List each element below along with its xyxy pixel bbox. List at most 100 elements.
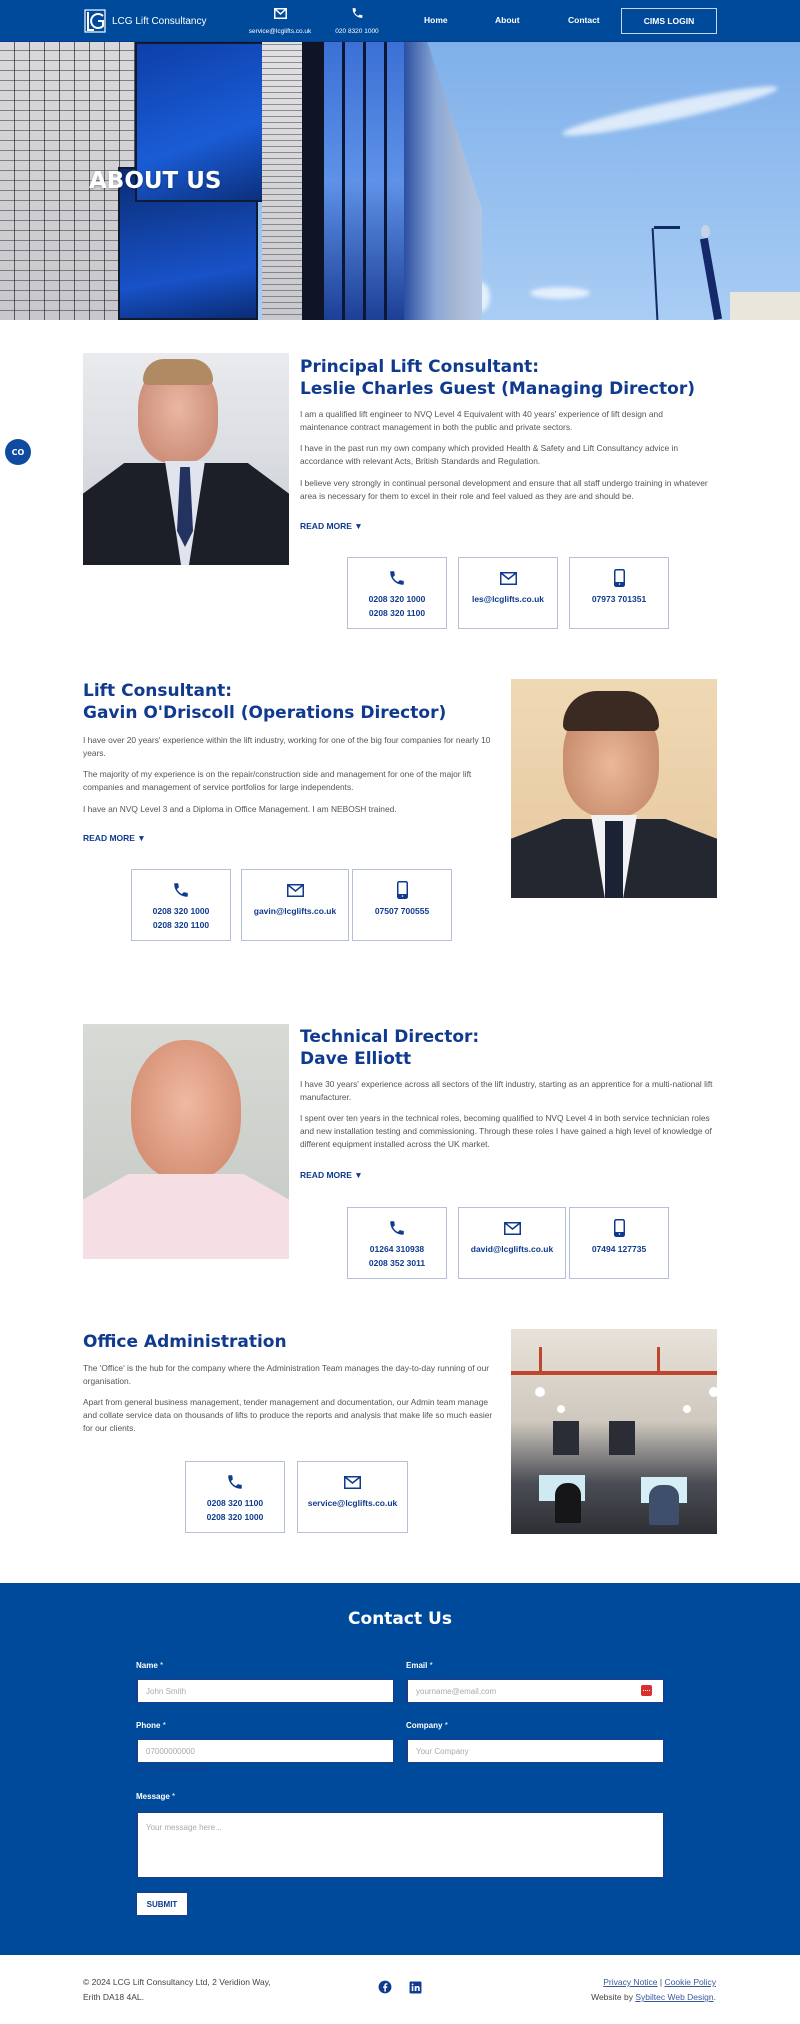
- lcg-logo-icon: [84, 9, 106, 33]
- photo-lightbulb: [557, 1405, 565, 1413]
- mobile-card: 07494 127735: [569, 1207, 669, 1279]
- email-label: Email *: [406, 1661, 433, 1670]
- bio-paragraph: I have in the past run my own company wh…: [300, 443, 679, 466]
- logo-link[interactable]: LCG Lift Consultancy: [84, 9, 207, 33]
- phone-link[interactable]: 01264 310938: [369, 1242, 425, 1256]
- name-input[interactable]: [136, 1679, 394, 1703]
- copyright-line: Erith DA18 4AL.: [83, 1992, 144, 2002]
- mobile-phone-icon: [396, 880, 408, 900]
- mobile-link[interactable]: 07494 127735: [592, 1242, 646, 1256]
- hero-street-lamp: [651, 228, 659, 320]
- phone-link[interactable]: 0208 320 1000: [153, 904, 210, 918]
- email-link[interactable]: les@lcglifts.co.uk: [472, 592, 544, 606]
- email-card: david@lcglifts.co.uk: [458, 1207, 566, 1279]
- person-name: Gavin O'Driscoll (Operations Director): [83, 703, 447, 723]
- photo-tie: [605, 821, 623, 898]
- required-mark: *: [429, 1661, 433, 1670]
- phone-char-counter: 0 of 15 max characters.: [136, 1766, 210, 1773]
- accessibility-icon: CO: [11, 447, 25, 457]
- footer-copyright: © 2024 LCG Lift Consultancy Ltd, 2 Verid…: [83, 1975, 271, 2005]
- header-email-link[interactable]: service@lcglifts.co.uk: [248, 4, 312, 35]
- person-title: Technical Director: Dave Elliott: [300, 1026, 479, 1070]
- envelope-icon: [344, 1472, 361, 1492]
- email-card: les@lcglifts.co.uk: [458, 557, 558, 629]
- read-more-button[interactable]: READ MORE ▼: [300, 1170, 363, 1180]
- email-input[interactable]: [406, 1679, 664, 1703]
- contact-title: Contact Us: [348, 1609, 452, 1629]
- nav-about[interactable]: About: [495, 15, 520, 25]
- hero-cloud: [560, 79, 780, 143]
- hero-background-building: [730, 292, 800, 320]
- mobile-phone-icon: [613, 568, 625, 588]
- header-email-text: service@lcglifts.co.uk: [248, 28, 312, 35]
- facebook-link[interactable]: [378, 1980, 392, 1995]
- message-textarea[interactable]: [136, 1812, 664, 1878]
- read-more-button[interactable]: READ MORE ▼: [83, 833, 146, 843]
- required-mark: *: [444, 1721, 448, 1730]
- mobile-phone-icon: [613, 1218, 625, 1238]
- phone-link[interactable]: 0208 320 1000: [207, 1510, 264, 1524]
- dave-elliott-photo: [83, 1024, 289, 1259]
- submit-button[interactable]: SUBMIT: [136, 1892, 188, 1916]
- privacy-notice-link[interactable]: Privacy Notice: [603, 1977, 657, 1987]
- phone-link[interactable]: 0208 320 1000: [369, 592, 426, 606]
- message-label-text: Message: [136, 1792, 170, 1801]
- phone-icon: [388, 1218, 406, 1238]
- required-mark: *: [172, 1792, 176, 1801]
- envelope-icon: [286, 880, 304, 900]
- name-label-text: Name: [136, 1661, 158, 1670]
- phone-link[interactable]: 0208 352 3011: [369, 1256, 425, 1270]
- hero-building-glass: [324, 42, 404, 320]
- website-by-text: Website by: [591, 1992, 636, 2002]
- hero-building-tower: [404, 42, 482, 320]
- cookie-policy-link[interactable]: Cookie Policy: [665, 1977, 717, 1987]
- phone-card: 0208 320 1000 0208 320 1100: [347, 557, 447, 629]
- person-title: Lift Consultant: Gavin O'Driscoll (Opera…: [83, 680, 446, 724]
- phone-link[interactable]: 0208 320 1100: [207, 1496, 264, 1510]
- photo-person: [555, 1483, 581, 1523]
- cims-login-button[interactable]: CIMS LOGIN: [621, 8, 717, 34]
- copyright-line: © 2024 LCG Lift Consultancy Ltd, 2 Verid…: [83, 1977, 271, 1987]
- linkedin-link[interactable]: [408, 1981, 422, 1995]
- gavin-odriscoll-photo: [511, 679, 717, 898]
- email-link[interactable]: david@lcglifts.co.uk: [471, 1242, 553, 1256]
- hero-banner: ABOUT US: [0, 42, 800, 320]
- phone-label: Phone *: [136, 1721, 166, 1730]
- person-role: Technical Director:: [300, 1027, 480, 1047]
- company-input[interactable]: [406, 1739, 664, 1763]
- photo-face: [131, 1040, 241, 1180]
- nav-contact[interactable]: Contact: [568, 15, 600, 25]
- photo-red-pipe: [539, 1347, 542, 1375]
- footer-separator: |: [659, 1977, 663, 1987]
- bio-paragraph: I spent over ten years in the technical …: [300, 1113, 712, 1149]
- person-title: Principal Lift Consultant: Leslie Charle…: [300, 356, 695, 400]
- header-phone-link[interactable]: 020 8320 1000: [332, 4, 382, 35]
- phone-icon: [172, 880, 190, 900]
- message-label: Message *: [136, 1792, 175, 1801]
- person-name: Leslie Charles Guest (Managing Director): [300, 379, 695, 399]
- password-manager-icon[interactable]: [641, 1685, 652, 1696]
- photo-lightbulb: [535, 1387, 545, 1397]
- sybiltec-link[interactable]: Sybiltec Web Design: [635, 1992, 713, 2002]
- accessibility-widget-button[interactable]: CO: [5, 439, 31, 465]
- brand-name: LCG Lift Consultancy: [112, 15, 207, 27]
- email-link[interactable]: service@lcglifts.co.uk: [308, 1496, 398, 1510]
- phone-link[interactable]: 0208 320 1100: [153, 918, 210, 932]
- person-role: Principal Lift Consultant:: [300, 357, 540, 377]
- person-role: Lift Consultant:: [83, 681, 233, 701]
- required-mark: *: [160, 1661, 164, 1670]
- nav-home[interactable]: Home: [424, 15, 448, 25]
- photo-lightbulb: [709, 1387, 717, 1397]
- photo-lightbulb: [683, 1405, 691, 1413]
- bio-paragraph: I believe very strongly in continual per…: [300, 478, 708, 501]
- email-card: service@lcglifts.co.uk: [297, 1461, 408, 1533]
- phone-icon: [226, 1472, 244, 1492]
- envelope-icon: [499, 568, 517, 588]
- phone-link[interactable]: 0208 320 1100: [369, 606, 426, 620]
- name-label: Name *: [136, 1661, 163, 1670]
- email-link[interactable]: gavin@lcglifts.co.uk: [254, 904, 336, 918]
- mobile-link[interactable]: 07973 701351: [592, 592, 646, 606]
- read-more-button[interactable]: READ MORE ▼: [300, 521, 363, 531]
- mobile-link[interactable]: 07507 700555: [375, 904, 429, 918]
- phone-input[interactable]: [136, 1739, 394, 1763]
